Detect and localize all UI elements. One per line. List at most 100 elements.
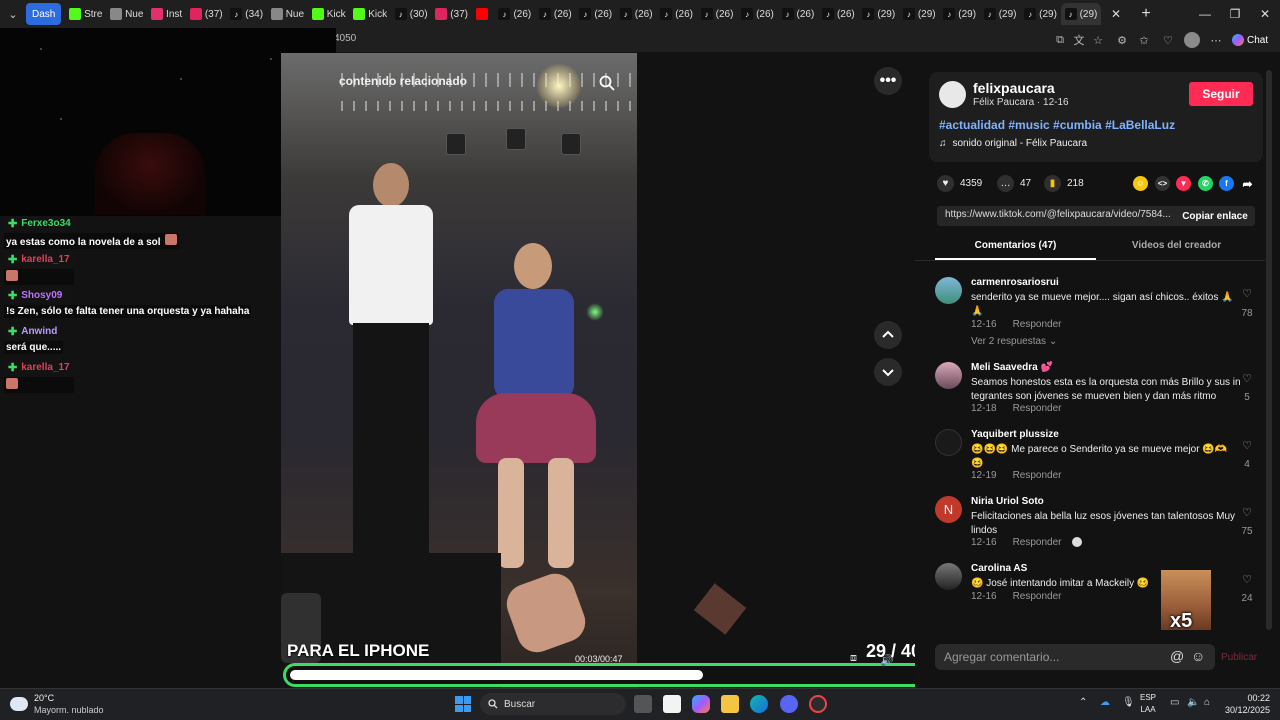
next-video-icon[interactable] [874, 358, 902, 386]
address-text[interactable]: 4050 [334, 33, 356, 44]
browser-tab[interactable]: ♪ (29) [1020, 3, 1060, 25]
browser-tab[interactable]: ♪ (29) [858, 3, 898, 25]
browser-tab[interactable]: Inst [147, 3, 186, 25]
embed-icon[interactable]: <> [1155, 176, 1170, 191]
tab-actions-icon[interactable]: ⌄ [0, 0, 26, 28]
onedrive-icon[interactable]: ☁ [1100, 697, 1110, 708]
save-stat[interactable]: ▮ 218 [1044, 174, 1084, 192]
comment-like-icon[interactable]: ♡ [1239, 573, 1255, 586]
browser-tab[interactable]: ♪ (26) [494, 3, 534, 25]
copilot-app-icon[interactable] [692, 695, 710, 713]
weather-widget[interactable]: 20°C Mayorm. nublado [10, 692, 104, 716]
browser-tab[interactable]: (37) [431, 3, 471, 25]
minimize-icon[interactable]: — [1190, 0, 1220, 28]
panel-scrollbar[interactable] [1266, 70, 1272, 630]
comment-like-icon[interactable]: ♡ [1239, 506, 1255, 519]
taskbar-search[interactable]: Buscar [480, 693, 626, 715]
copy-link-button[interactable]: Copiar enlace [1175, 206, 1255, 226]
browser-tab[interactable]: ♪ (30) [391, 3, 431, 25]
commenter-avatar[interactable] [935, 362, 962, 389]
view-replies-button[interactable]: Ver 2 respuestas ⌄ [971, 336, 1057, 347]
browser-tab[interactable]: ♪ (29) [1060, 3, 1101, 25]
microphone-icon[interactable]: 🎙 [1122, 697, 1135, 708]
favorites-icon[interactable]: ✩ [1136, 32, 1152, 48]
comment-stat[interactable]: … 47 [997, 174, 1031, 192]
commenter-avatar[interactable]: N [935, 496, 962, 523]
like-stat[interactable]: ♥ 4359 [937, 174, 982, 192]
store-icon[interactable] [663, 695, 681, 713]
favorite-star-icon[interactable]: ☆ [1090, 32, 1106, 48]
close-tab-icon[interactable]: ✕ [1101, 0, 1131, 28]
browser-tab[interactable]: (37) [186, 3, 226, 25]
related-content-label[interactable]: contenido relacionado [339, 74, 467, 88]
reply-button[interactable]: Responder [1013, 537, 1062, 548]
browser-tab[interactable]: ♪ (26) [656, 3, 696, 25]
reply-button[interactable]: Responder [1013, 403, 1062, 414]
browser-tab[interactable]: ♪ (29) [980, 3, 1020, 25]
browser-tab[interactable]: Nue [106, 3, 147, 25]
browser-tab[interactable]: Kick [349, 3, 391, 25]
reply-button[interactable]: Responder [1013, 591, 1062, 602]
restore-icon[interactable]: ❐ [1220, 0, 1250, 28]
task-view-icon[interactable] [634, 695, 652, 713]
browser-tab[interactable]: Nue [267, 3, 308, 25]
hashtags[interactable]: #actualidad #music #cumbia #LaBellaLuz [939, 118, 1175, 132]
browser-tab[interactable]: ♪ (29) [939, 3, 979, 25]
comment-like-icon[interactable]: ♡ [1239, 439, 1255, 452]
extensions-icon[interactable]: ⚙ [1114, 32, 1130, 48]
captions-icon[interactable]: ⧈ [850, 652, 857, 665]
comment-username[interactable]: Carolina AS [971, 563, 1027, 574]
copilot-chat-button[interactable]: Chat [1232, 31, 1268, 49]
share-arrow-icon[interactable]: ➦ [1240, 176, 1255, 191]
commenter-avatar[interactable] [935, 429, 962, 456]
comment-username[interactable]: Yaquibert plussize [971, 429, 1059, 440]
network-icon[interactable]: ⌂ [1204, 697, 1210, 708]
comment-username[interactable]: Meli Saavedra 💕 [971, 362, 1053, 373]
previous-video-icon[interactable] [874, 321, 902, 349]
video-progress-bar[interactable] [283, 663, 935, 687]
file-explorer-icon[interactable] [721, 695, 739, 713]
comment-like-icon[interactable]: ♡ [1239, 287, 1255, 300]
browser-tab[interactable]: Stre [65, 3, 106, 25]
reply-button[interactable]: Responder [1013, 470, 1062, 481]
profile-avatar[interactable] [1184, 32, 1200, 48]
taskbar-clock[interactable]: 00:22 30/12/2025 [1222, 692, 1270, 716]
edge-icon[interactable] [750, 695, 768, 713]
comment-username[interactable]: Niria Uriol Soto [971, 496, 1044, 507]
comment-input[interactable] [935, 644, 1165, 670]
tab-creator-videos[interactable]: Videos del creador [1096, 240, 1257, 251]
browser-tab[interactable]: ♪ (29) [899, 3, 939, 25]
follow-button[interactable]: Seguir [1189, 82, 1253, 106]
browser-tab[interactable]: Kick [308, 3, 350, 25]
browser-tab[interactable]: ♪ (34) [226, 3, 266, 25]
browser-tab[interactable]: ♪ (26) [535, 3, 575, 25]
browser-tab[interactable]: ♪ (26) [616, 3, 656, 25]
new-tab-icon[interactable]: + [1131, 0, 1161, 28]
commenter-avatar[interactable] [935, 277, 962, 304]
facebook-icon[interactable]: f [1219, 176, 1234, 191]
start-button[interactable] [455, 696, 471, 712]
tray-chevron-icon[interactable]: ⌃ [1079, 697, 1087, 708]
tab-comments[interactable]: Comentarios (47) [935, 240, 1096, 251]
whatsapp-icon[interactable]: ✆ [1198, 176, 1213, 191]
language-indicator[interactable]: ESP LAA [1140, 692, 1156, 716]
browser-tab[interactable]: ♪ (26) [818, 3, 858, 25]
publish-button[interactable]: Publicar [1221, 652, 1257, 663]
creator-username[interactable]: felixpaucara [973, 80, 1055, 96]
creator-avatar[interactable] [939, 81, 966, 108]
share-link-text[interactable]: https://www.tiktok.com/@felixpaucara/vid… [945, 209, 1173, 220]
emoji-share-icon[interactable]: ☺ [1133, 176, 1148, 191]
reply-button[interactable]: Responder [1013, 319, 1062, 330]
browser-tab[interactable]: ♪ (26) [778, 3, 818, 25]
search-icon[interactable] [598, 74, 616, 92]
comment-like-icon[interactable]: ♡ [1239, 372, 1255, 385]
mention-icon[interactable]: @ [1170, 648, 1184, 664]
comment-username[interactable]: carmenrosariosrui [971, 277, 1059, 288]
translate-icon[interactable]: 文 [1071, 32, 1087, 48]
browser-tab[interactable]: Dash [26, 3, 62, 25]
window-close-icon[interactable]: ✕ [1250, 0, 1280, 28]
speaker-icon[interactable]: 🔈 [1187, 697, 1199, 708]
browser-tab[interactable] [472, 3, 495, 25]
display-icon[interactable]: ▭ [1170, 697, 1179, 708]
commenter-avatar[interactable] [935, 563, 962, 590]
